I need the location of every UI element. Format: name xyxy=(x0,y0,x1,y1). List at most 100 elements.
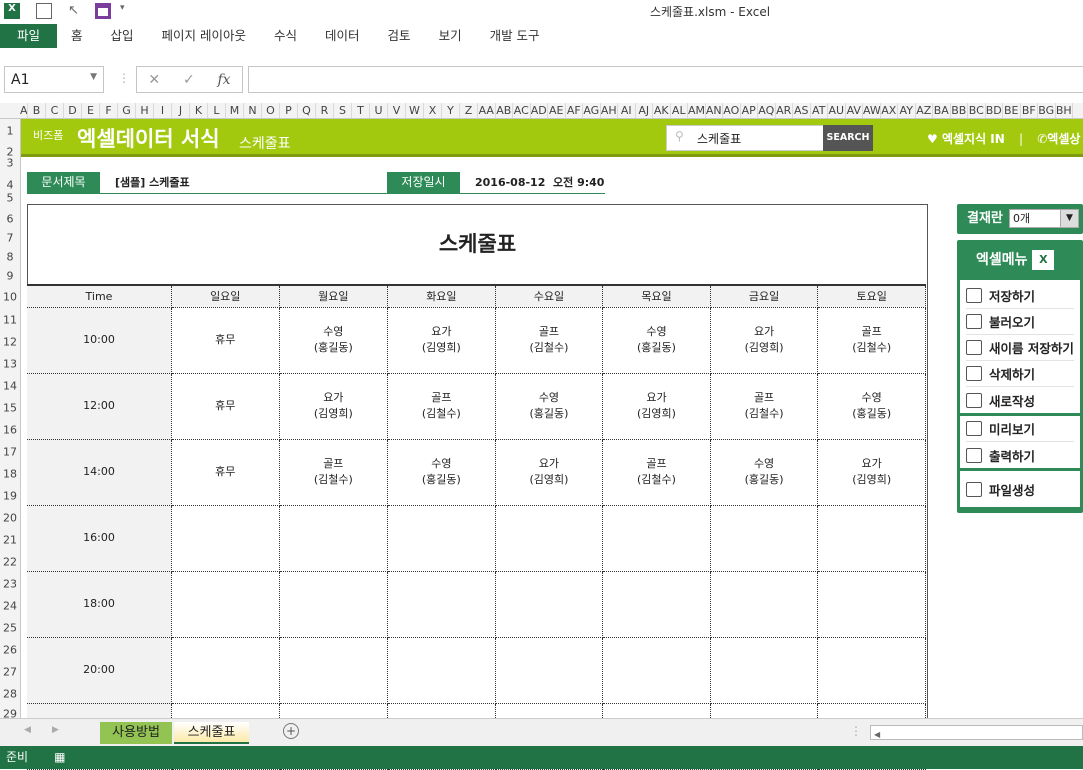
schedule-cell[interactable]: 골프 (김철수) xyxy=(387,373,496,440)
menu-item-삭제하기[interactable]: 삭제하기 xyxy=(966,361,1074,387)
column-header[interactable]: A xyxy=(20,103,28,118)
column-header[interactable]: BG xyxy=(1038,103,1056,118)
schedule-cell[interactable]: 수영 (홍길동) xyxy=(710,439,819,506)
excel-knowledge-link[interactable]: 엑셀지식 IN xyxy=(942,132,1005,146)
column-header[interactable]: Y xyxy=(442,103,460,118)
ribbon-tab[interactable]: 삽입 xyxy=(97,24,148,48)
row-header[interactable]: 20 xyxy=(0,512,20,525)
column-header[interactable]: AR xyxy=(776,103,793,118)
formula-input[interactable] xyxy=(248,66,1083,93)
column-header[interactable]: K xyxy=(190,103,208,118)
chevron-down-icon[interactable]: ▼ xyxy=(90,72,97,82)
column-header[interactable]: AF xyxy=(566,103,583,118)
schedule-cell[interactable] xyxy=(171,637,280,704)
approval-select[interactable]: 0개 ▼ xyxy=(1009,209,1079,228)
menu-item-새로작성[interactable]: 새로작성 xyxy=(966,387,1074,413)
schedule-cell[interactable]: 요가 (김영희) xyxy=(710,307,819,374)
column-header[interactable]: AA xyxy=(478,103,496,118)
row-header[interactable]: 21 xyxy=(0,534,20,547)
row-header[interactable]: 13 xyxy=(0,358,20,371)
column-header[interactable]: Q xyxy=(298,103,316,118)
column-header[interactable]: AZ xyxy=(916,103,933,118)
menu-item-새이름 저장하기[interactable]: 새이름 저장하기 xyxy=(966,335,1074,361)
row-header[interactable]: 14 xyxy=(0,380,20,393)
time-cell[interactable]: 20:00 xyxy=(27,637,172,704)
schedule-cell[interactable]: 요가 (김영희) xyxy=(387,307,496,374)
column-header[interactable]: H xyxy=(136,103,154,118)
schedule-cell[interactable]: 골프 (김철수) xyxy=(817,307,926,374)
menu-item-미리보기[interactable]: 미리보기 xyxy=(966,416,1074,442)
macro-record-icon[interactable]: ▦ xyxy=(54,750,65,764)
row-header[interactable]: 24 xyxy=(0,600,20,613)
row-header[interactable]: 4 xyxy=(0,179,20,192)
doc-title-value[interactable]: [샘플] 스케줄표 xyxy=(115,172,190,193)
column-header[interactable]: BH xyxy=(1056,103,1073,118)
column-header[interactable]: C xyxy=(46,103,64,118)
menu-item-저장하기[interactable]: 저장하기 xyxy=(966,283,1074,309)
scroll-left-icon[interactable]: ◀ xyxy=(871,730,880,739)
column-header[interactable]: AW xyxy=(863,103,881,118)
sheet-tab-schedule[interactable]: 스케줄표 xyxy=(174,722,249,744)
row-header[interactable]: 12 xyxy=(0,336,20,349)
horizontal-scrollbar[interactable]: ◀ xyxy=(870,725,1083,740)
ribbon-tab[interactable]: 파일 xyxy=(0,24,57,48)
schedule-cell[interactable] xyxy=(279,637,389,704)
enter-icon[interactable]: ✓ xyxy=(183,72,195,88)
schedule-cell[interactable]: 휴무 xyxy=(171,307,280,374)
schedule-cell[interactable]: 요가 (김영희) xyxy=(279,373,389,440)
column-header[interactable]: P xyxy=(280,103,298,118)
schedule-cell[interactable] xyxy=(387,505,496,572)
column-header[interactable]: AB xyxy=(496,103,513,118)
column-header[interactable]: AG xyxy=(583,103,601,118)
row-header[interactable]: 22 xyxy=(0,556,20,569)
time-cell[interactable]: 16:00 xyxy=(27,505,172,572)
column-header[interactable]: T xyxy=(352,103,370,118)
column-header[interactable]: O xyxy=(262,103,280,118)
schedule-cell[interactable] xyxy=(710,637,819,704)
column-header[interactable]: AT xyxy=(811,103,828,118)
column-header[interactable]: G xyxy=(118,103,136,118)
add-sheet-icon[interactable]: + xyxy=(283,723,299,739)
row-header[interactable]: 16 xyxy=(0,424,20,437)
scroll-right-icon[interactable]: ▶ xyxy=(52,725,59,735)
row-header[interactable]: 7 xyxy=(0,232,20,245)
scroll-left-icon[interactable]: ◀ xyxy=(24,725,31,735)
customize-dropdown-icon[interactable]: ▾ xyxy=(120,3,136,19)
schedule-cell[interactable] xyxy=(817,505,926,572)
sheet-tab-usage[interactable]: 사용방법 xyxy=(100,722,172,744)
schedule-cell[interactable] xyxy=(710,505,819,572)
column-header[interactable]: U xyxy=(370,103,388,118)
column-header[interactable]: AH xyxy=(601,103,618,118)
column-header[interactable]: AN xyxy=(706,103,723,118)
column-header[interactable]: AP xyxy=(741,103,758,118)
splitter-handle[interactable]: ⋮ xyxy=(850,724,862,738)
menu-item-출력하기[interactable]: 출력하기 xyxy=(966,442,1074,468)
row-header[interactable]: 26 xyxy=(0,644,20,657)
schedule-cell[interactable] xyxy=(710,571,819,638)
row-header[interactable]: 3 xyxy=(0,157,20,170)
row-header[interactable]: 5 xyxy=(0,192,20,205)
schedule-cell[interactable] xyxy=(602,571,711,638)
menu-item-파일생성[interactable]: 파일생성 xyxy=(966,471,1074,507)
column-header[interactable]: V xyxy=(388,103,406,118)
column-header[interactable]: X xyxy=(424,103,442,118)
schedule-cell[interactable]: 골프 (김철수) xyxy=(602,439,711,506)
row-header[interactable]: 18 xyxy=(0,468,20,481)
schedule-cell[interactable] xyxy=(279,505,389,572)
column-header[interactable]: M xyxy=(226,103,244,118)
name-box[interactable]: A1 ▼ xyxy=(4,66,104,93)
column-header[interactable]: B xyxy=(28,103,46,118)
schedule-cell[interactable] xyxy=(495,571,604,638)
time-cell[interactable]: 12:00 xyxy=(27,373,172,440)
schedule-cell[interactable]: 휴무 xyxy=(171,439,280,506)
column-header[interactable]: AM xyxy=(688,103,706,118)
row-header[interactable]: 19 xyxy=(0,490,20,503)
schedule-cell[interactable] xyxy=(602,637,711,704)
row-header[interactable]: 17 xyxy=(0,446,20,459)
schedule-cell[interactable] xyxy=(817,637,926,704)
schedule-cell[interactable] xyxy=(387,571,496,638)
time-cell[interactable]: 18:00 xyxy=(27,571,172,638)
cursor-icon[interactable]: ↖ xyxy=(68,3,84,19)
row-header[interactable]: 10 xyxy=(0,291,20,304)
column-header[interactable]: AS xyxy=(793,103,811,118)
